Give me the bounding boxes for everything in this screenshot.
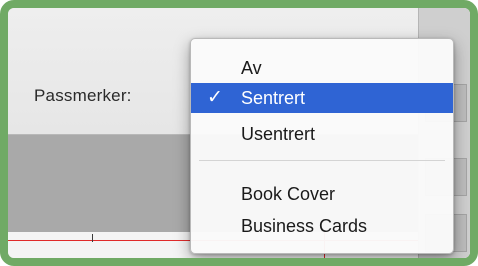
screenshot-frame: Passmerker: Av ✓ Sentrert Usentrert Book… xyxy=(0,0,478,266)
menu-item-av[interactable]: Av xyxy=(191,53,453,83)
menu-separator xyxy=(199,160,445,161)
menu-item-label: Av xyxy=(241,58,262,78)
menu-item-label: Book Cover xyxy=(241,184,336,204)
menu-item-usentrert[interactable]: Usentrert xyxy=(191,119,453,149)
menu-item-book-cover[interactable]: Book Cover xyxy=(191,179,453,209)
menu-item-label: Business Cards xyxy=(241,216,368,236)
menu-item-label: Sentrert xyxy=(241,88,306,108)
passmerker-label: Passmerker: xyxy=(34,86,132,105)
checkmark-icon: ✓ xyxy=(207,87,223,108)
menu-item-label: Usentrert xyxy=(241,124,316,144)
menu-item-business-cards[interactable]: Business Cards xyxy=(191,211,453,241)
passmerker-dropdown-menu[interactable]: Av ✓ Sentrert Usentrert Book Cover Busin… xyxy=(190,38,454,254)
menu-item-sentrert[interactable]: ✓ Sentrert xyxy=(191,83,453,113)
crop-mark xyxy=(92,234,93,242)
